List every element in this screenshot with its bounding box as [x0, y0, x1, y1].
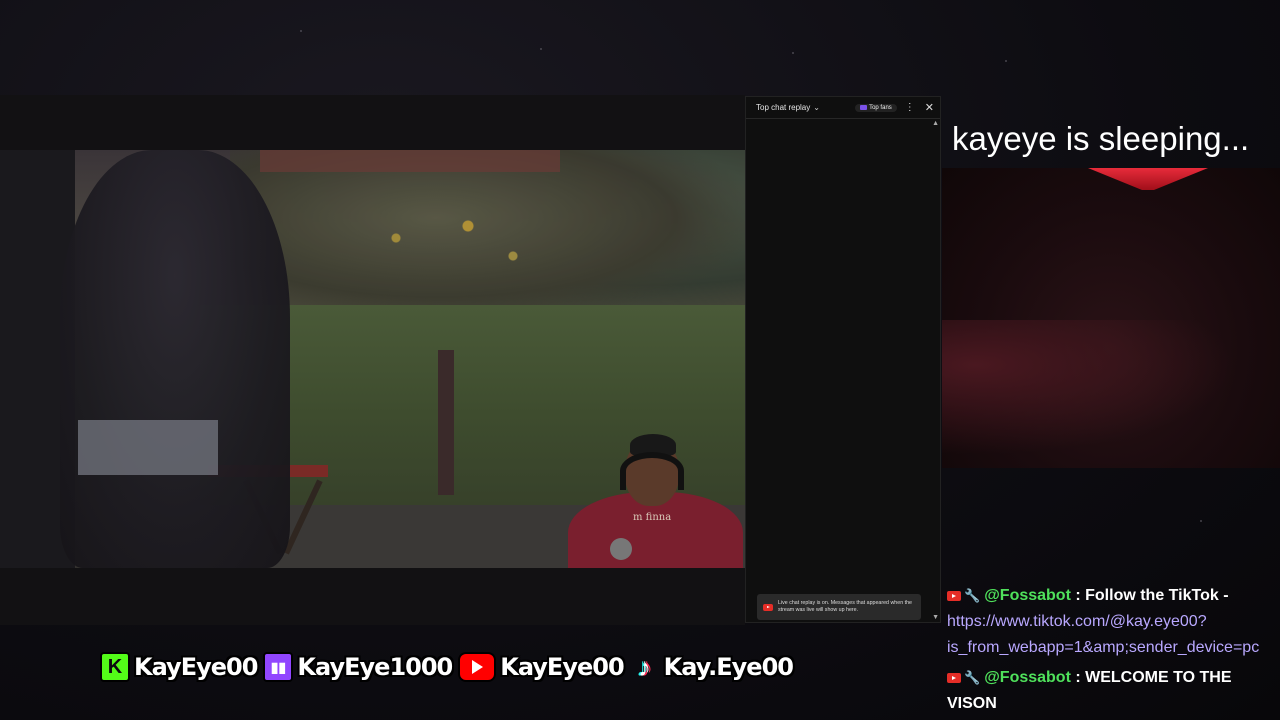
tiktok-icon: ♪: [638, 651, 652, 682]
star-decoration: [1005, 60, 1007, 62]
social-tiktok: ♪ Kay.Eye00: [630, 651, 794, 682]
chat-link[interactable]: https://www.tiktok.com/@kay.eye00?is_fro…: [947, 613, 1259, 656]
youtube-icon: [458, 652, 497, 682]
wrench-icon: 🔧: [964, 670, 981, 685]
social-handle: Kay.Eye00: [663, 653, 794, 681]
chat-replay-notice-text: Live chat replay is on. Messages that ap…: [778, 600, 912, 613]
wrench-icon: 🔧: [964, 588, 981, 603]
scroll-down-icon[interactable]: ▼: [932, 614, 939, 621]
social-twitch: ▮▮ KayEye1000: [263, 652, 453, 682]
headset-icon: [620, 452, 684, 490]
top-fans-icon: [860, 105, 868, 110]
hoodie-text: m finna: [633, 512, 672, 523]
chat-replay-panel: Top chat replay ⌄ Top fans ⋮ ✕ ▲ Live ch…: [745, 96, 941, 623]
chat-message: 🔧 @Fossabot : WELCOME TO THE VISON: [947, 665, 1280, 717]
stream-status-text: kayeye is sleeping...: [952, 120, 1250, 157]
chat-mode-dropdown[interactable]: Top chat replay ⌄: [756, 103, 820, 112]
chat-author: @Fossabot: [984, 587, 1071, 605]
youtube-badge-icon: [947, 591, 961, 601]
microphone-icon: [610, 538, 632, 560]
chat-header: Top chat replay ⌄ Top fans ⋮ ✕: [746, 97, 940, 119]
letterbox-bottom: [0, 568, 745, 625]
star-decoration: [1200, 520, 1202, 522]
star-decoration: [540, 48, 542, 50]
scroll-up-icon[interactable]: ▲: [932, 120, 939, 127]
chat-separator: :: [1070, 587, 1086, 605]
twitch-icon: ▮▮: [263, 652, 294, 682]
more-options-icon[interactable]: ⋮: [905, 102, 915, 113]
youtube-badge-icon: [947, 673, 961, 683]
social-kick: K KayEye00: [100, 652, 258, 682]
chat-separator: :: [1070, 669, 1086, 687]
social-handle: KayEye00: [500, 653, 624, 681]
social-links-bar: K KayEye00 ▮▮ KayEye1000 KayEye00 ♪ Kay.…: [100, 651, 794, 682]
star-decoration: [300, 30, 302, 32]
top-fans-button[interactable]: Top fans: [855, 103, 897, 112]
close-icon[interactable]: ✕: [925, 101, 934, 114]
scene-character-shirt: [78, 420, 218, 475]
chat-mode-label: Top chat replay: [756, 103, 811, 112]
star-decoration: [792, 52, 794, 54]
chat-replay-notice: Live chat replay is on. Messages that ap…: [757, 594, 921, 620]
chat-text: Follow the TikTok -: [1085, 587, 1229, 605]
social-handle: KayEye1000: [297, 653, 453, 681]
youtube-icon: [763, 603, 773, 611]
chat-author: @Fossabot: [984, 669, 1071, 687]
scene-flowers: [360, 190, 540, 310]
kick-icon: K: [100, 652, 130, 682]
chevron-down-icon: ⌄: [813, 103, 820, 112]
scene-building: [260, 150, 560, 172]
scene-character: [60, 150, 290, 568]
chat-message: 🔧 @Fossabot : Follow the TikTok - https:/…: [947, 583, 1280, 661]
sleeping-scene-glow: [942, 320, 1280, 470]
social-youtube: KayEye00: [458, 652, 625, 682]
scene-post: [438, 350, 454, 495]
social-handle: KayEye00: [134, 653, 258, 681]
webcam-feed: m finna: [548, 430, 745, 568]
letterbox-top: [0, 95, 745, 150]
top-fans-label: Top fans: [869, 104, 892, 111]
